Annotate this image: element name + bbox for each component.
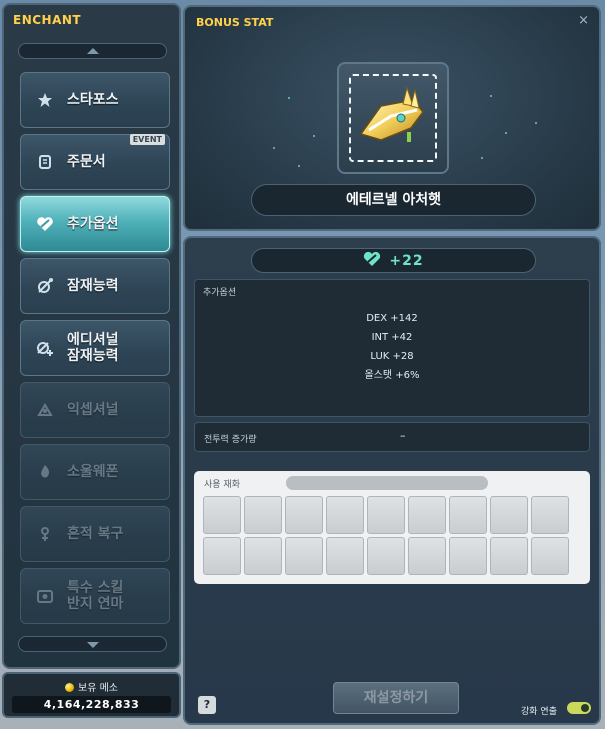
item-slot[interactable] — [337, 62, 449, 174]
material-slots — [203, 496, 569, 575]
archer-hat-icon — [359, 86, 424, 142]
material-slot[interactable] — [203, 496, 241, 534]
menu-item-scroll[interactable]: 주문서 EVENT — [20, 134, 170, 190]
option-line: LUK +28 — [370, 351, 414, 362]
menu-label-special-ring: 특수 스킬 반지 연마 — [67, 580, 124, 612]
material-slot[interactable] — [408, 496, 446, 534]
menu-item-starforce[interactable]: 스타포스 — [20, 72, 170, 128]
meso-display: 보유 메소 4,164,228,833 — [2, 672, 181, 718]
scroll-down-button[interactable] — [18, 636, 167, 652]
menu-label-soul-weapon: 소울웨폰 — [67, 464, 119, 480]
material-slot[interactable] — [285, 537, 323, 575]
enhance-effect-toggle[interactable] — [567, 702, 591, 714]
material-label: 사용 재화 — [204, 480, 240, 490]
material-slot[interactable] — [367, 537, 405, 575]
material-slot[interactable] — [244, 537, 282, 575]
bonus-stat-icon — [35, 214, 55, 234]
options-box: 추가옵션 DEX +142 INT +42 LUK +28 올스탯 +6% — [194, 279, 590, 417]
sparkle — [490, 95, 492, 97]
menu-label-additional-potential: 에디셔널 잠재능력 — [67, 332, 119, 364]
material-box: 사용 재화 — [194, 471, 590, 584]
menu-label-exceptional: 익셉셔널 — [67, 402, 119, 418]
help-button[interactable]: ? — [198, 696, 216, 714]
enchant-title: ENCHANT — [13, 13, 82, 27]
menu-item-trace-restore[interactable]: 흔적 복구 — [20, 506, 170, 562]
soul-weapon-icon — [35, 462, 55, 482]
sparkle — [481, 157, 483, 159]
exceptional-icon — [35, 400, 55, 420]
bonus-stat-item-panel: BONUS STAT × 에테르넬 아처햇 — [183, 5, 601, 231]
material-slot[interactable] — [449, 537, 487, 575]
material-slot[interactable] — [449, 496, 487, 534]
sparkle — [505, 132, 507, 134]
material-slot[interactable] — [326, 496, 364, 534]
combat-power-value: – — [400, 429, 406, 442]
enhance-effect-label: 강화 연출 — [521, 707, 557, 717]
combat-power-box: 전투력 증가량 – — [194, 422, 590, 452]
reset-button[interactable]: 재설정하기 — [333, 682, 459, 714]
menu-label-trace-restore: 흔적 복구 — [67, 526, 124, 542]
menu-label-scroll: 주문서 — [67, 154, 106, 170]
material-slot[interactable] — [490, 496, 528, 534]
menu-label-starforce: 스타포스 — [67, 92, 119, 108]
menu-item-special-ring[interactable]: 특수 스킬 반지 연마 — [20, 568, 170, 624]
menu-item-exceptional[interactable]: 익셉셔널 — [20, 382, 170, 438]
enchant-panel: ENCHANT 스타포스 주문서 EVENT 추가옵션 잠재능력 에디셔널 잠재… — [2, 3, 181, 669]
material-slot[interactable] — [244, 496, 282, 534]
menu-label-potential: 잠재능력 — [67, 278, 119, 294]
bonus-stat-title: BONUS STAT — [196, 16, 274, 29]
scroll-up-button[interactable] — [18, 43, 167, 59]
scroll-icon — [35, 152, 55, 172]
menu-label-bonus-stat: 추가옵션 — [67, 216, 119, 232]
item-name: 에테르넬 아처햇 — [251, 184, 536, 216]
sparkle — [288, 97, 290, 99]
sparkle — [313, 135, 315, 137]
sparkle — [298, 165, 300, 167]
option-line: DEX +142 — [366, 313, 418, 324]
potential-icon — [35, 276, 55, 296]
option-line: INT +42 — [371, 332, 413, 343]
close-icon[interactable]: × — [578, 13, 589, 28]
material-bar — [286, 476, 488, 490]
sparkle — [535, 122, 537, 124]
additional-potential-icon — [35, 338, 55, 358]
material-slot[interactable] — [367, 496, 405, 534]
combat-power-label: 전투력 증가량 — [204, 435, 257, 445]
material-slot[interactable] — [490, 537, 528, 575]
menu-item-soul-weapon[interactable]: 소울웨폰 — [20, 444, 170, 500]
star-icon — [35, 90, 55, 110]
bonus-stat-detail-panel: +22 추가옵션 DEX +142 INT +42 LUK +28 올스탯 +6… — [183, 236, 601, 725]
meso-value: 4,164,228,833 — [12, 696, 171, 713]
sparkle — [273, 147, 275, 149]
meso-coin-icon — [65, 683, 74, 692]
menu-item-potential[interactable]: 잠재능력 — [20, 258, 170, 314]
material-slot[interactable] — [326, 537, 364, 575]
trace-restore-icon — [35, 524, 55, 544]
event-badge: EVENT — [129, 134, 165, 145]
option-line: 올스탯 +6% — [364, 370, 420, 381]
bonus-stat-icon — [363, 251, 381, 271]
options-title: 추가옵션 — [203, 288, 237, 298]
meso-label: 보유 메소 — [78, 683, 118, 694]
menu-item-additional-potential[interactable]: 에디셔널 잠재능력 — [20, 320, 170, 376]
bonus-stat-total: +22 — [251, 248, 536, 273]
material-slot[interactable] — [203, 537, 241, 575]
material-slot[interactable] — [285, 496, 323, 534]
material-slot[interactable] — [531, 496, 569, 534]
bonus-stat-value: +22 — [389, 252, 424, 269]
menu-item-bonus-stat[interactable]: 추가옵션 — [20, 196, 170, 252]
material-slot[interactable] — [531, 537, 569, 575]
material-slot[interactable] — [408, 537, 446, 575]
special-ring-icon — [35, 586, 55, 606]
